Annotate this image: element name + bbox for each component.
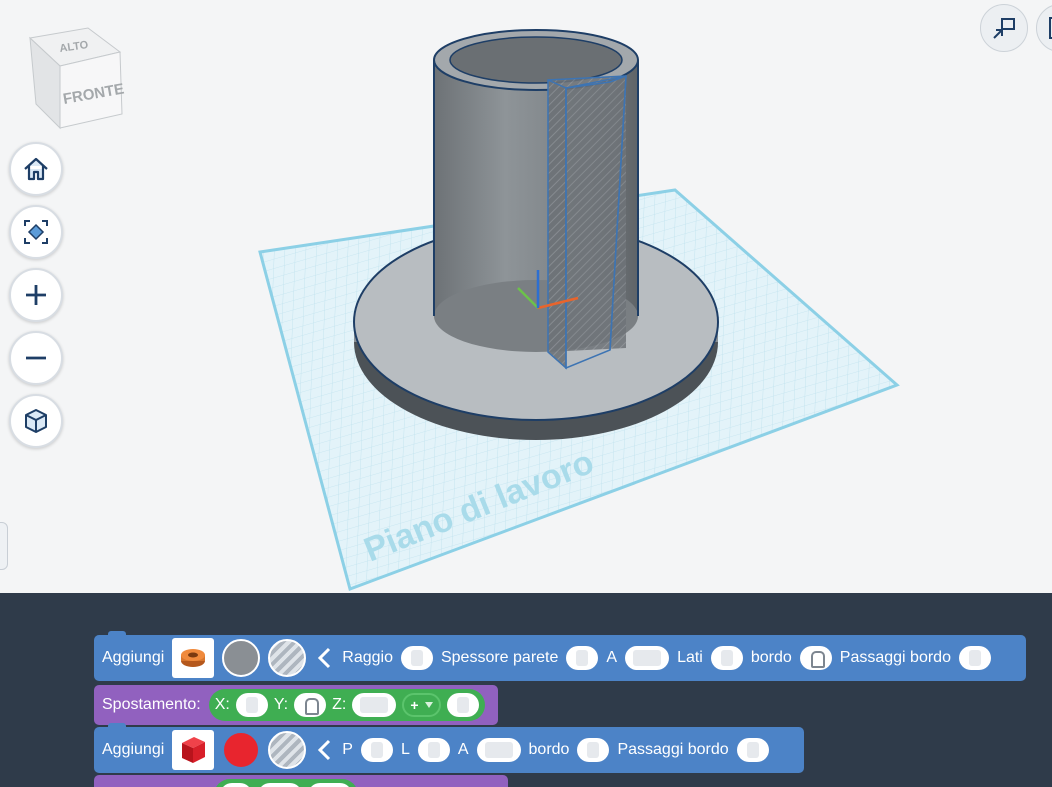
param-input[interactable] xyxy=(710,646,743,670)
z-input[interactable] xyxy=(352,693,397,717)
param-label: A xyxy=(606,649,618,666)
param-label: Passaggi bordo xyxy=(839,649,951,666)
view-cube[interactable]: ALTO FRONTE xyxy=(28,27,125,130)
param-label: Passaggi bordo xyxy=(617,741,729,758)
side-panel-handle[interactable] xyxy=(0,522,8,570)
math-op-group[interactable]: + xyxy=(402,693,441,717)
minimize-icon xyxy=(993,18,1015,39)
chevron-down-icon xyxy=(424,702,433,708)
block-label: Aggiungi xyxy=(102,741,165,758)
box-thumbnail[interactable] xyxy=(172,730,215,770)
collapse-chevron[interactable] xyxy=(314,737,334,763)
block-label: Spostamento: xyxy=(102,696,201,713)
param-label: Lati xyxy=(677,649,703,666)
y-label: Y: xyxy=(273,696,289,713)
param-label: bordo xyxy=(750,649,792,666)
xyz-group xyxy=(214,779,358,787)
operator-select[interactable]: + xyxy=(410,697,418,713)
chevron-left-icon xyxy=(318,647,331,669)
fit-all-icon xyxy=(24,220,48,244)
plus-icon xyxy=(26,285,46,305)
x-input[interactable] xyxy=(235,693,268,717)
param-input[interactable] xyxy=(360,738,393,762)
home-icon xyxy=(24,157,48,181)
fullscreen-icon xyxy=(1049,17,1052,39)
param-label: Spessore parete xyxy=(440,649,559,666)
y-input[interactable] xyxy=(294,693,327,717)
color-swatch[interactable] xyxy=(222,639,261,677)
move-block[interactable] xyxy=(94,775,508,787)
z-label: Z: xyxy=(332,696,347,713)
hole-box-shape[interactable] xyxy=(547,75,627,370)
param-input[interactable] xyxy=(566,646,599,670)
param-input[interactable] xyxy=(577,738,610,762)
param-input[interactable] xyxy=(625,646,670,670)
add-tube-block[interactable]: Aggiungi Raggio Spessore parete A Lati b… xyxy=(94,631,1026,681)
collapse-view-button[interactable] xyxy=(980,4,1028,52)
param-label: Raggio xyxy=(342,649,393,666)
x-input[interactable] xyxy=(220,783,252,787)
z-input[interactable] xyxy=(308,783,352,787)
minus-icon xyxy=(26,356,46,360)
param-label: P xyxy=(342,741,353,758)
cube-icon xyxy=(25,409,47,433)
scene-canvas[interactable]: Piano di lavoro ALTO FRONTE xyxy=(0,0,1052,593)
param-input[interactable] xyxy=(958,646,991,670)
projection-button[interactable] xyxy=(9,394,63,448)
param-input[interactable] xyxy=(417,738,450,762)
param-label: A xyxy=(457,741,469,758)
param-input[interactable] xyxy=(799,646,832,670)
param-input[interactable] xyxy=(736,738,769,762)
zoom-in-button[interactable] xyxy=(9,268,63,322)
collapse-chevron[interactable] xyxy=(314,645,334,671)
fit-view-button[interactable] xyxy=(9,205,63,259)
param-label: bordo xyxy=(528,741,570,758)
zoom-out-button[interactable] xyxy=(9,331,63,385)
code-blocks-area[interactable]: Aggiungi Raggio Spessore parete A Lati b… xyxy=(0,593,1052,787)
chevron-left-icon xyxy=(318,739,331,761)
param-label: L xyxy=(400,741,410,758)
block-label: Aggiungi xyxy=(102,649,165,666)
move-block[interactable]: Spostamento: X: Y: Z: + xyxy=(94,685,498,725)
tube-icon xyxy=(181,649,206,667)
add-box-block[interactable]: Aggiungi P L A bordo Passaggi bordo xyxy=(94,723,804,773)
x-label: X: xyxy=(214,696,230,713)
color-swatch[interactable] xyxy=(222,731,261,769)
param-input[interactable] xyxy=(400,646,433,670)
hole-swatch[interactable] xyxy=(268,731,307,769)
tube-thumbnail[interactable] xyxy=(172,638,215,678)
hole-swatch[interactable] xyxy=(268,639,307,677)
y-input[interactable] xyxy=(258,783,302,787)
param-input[interactable] xyxy=(476,738,521,762)
box-icon xyxy=(182,737,206,763)
home-view-button[interactable] xyxy=(9,142,63,196)
xyz-group: X: Y: Z: + xyxy=(208,689,485,721)
3d-viewport[interactable]: Piano di lavoro ALTO FRONTE xyxy=(0,0,1052,593)
operand-input[interactable] xyxy=(446,693,479,717)
